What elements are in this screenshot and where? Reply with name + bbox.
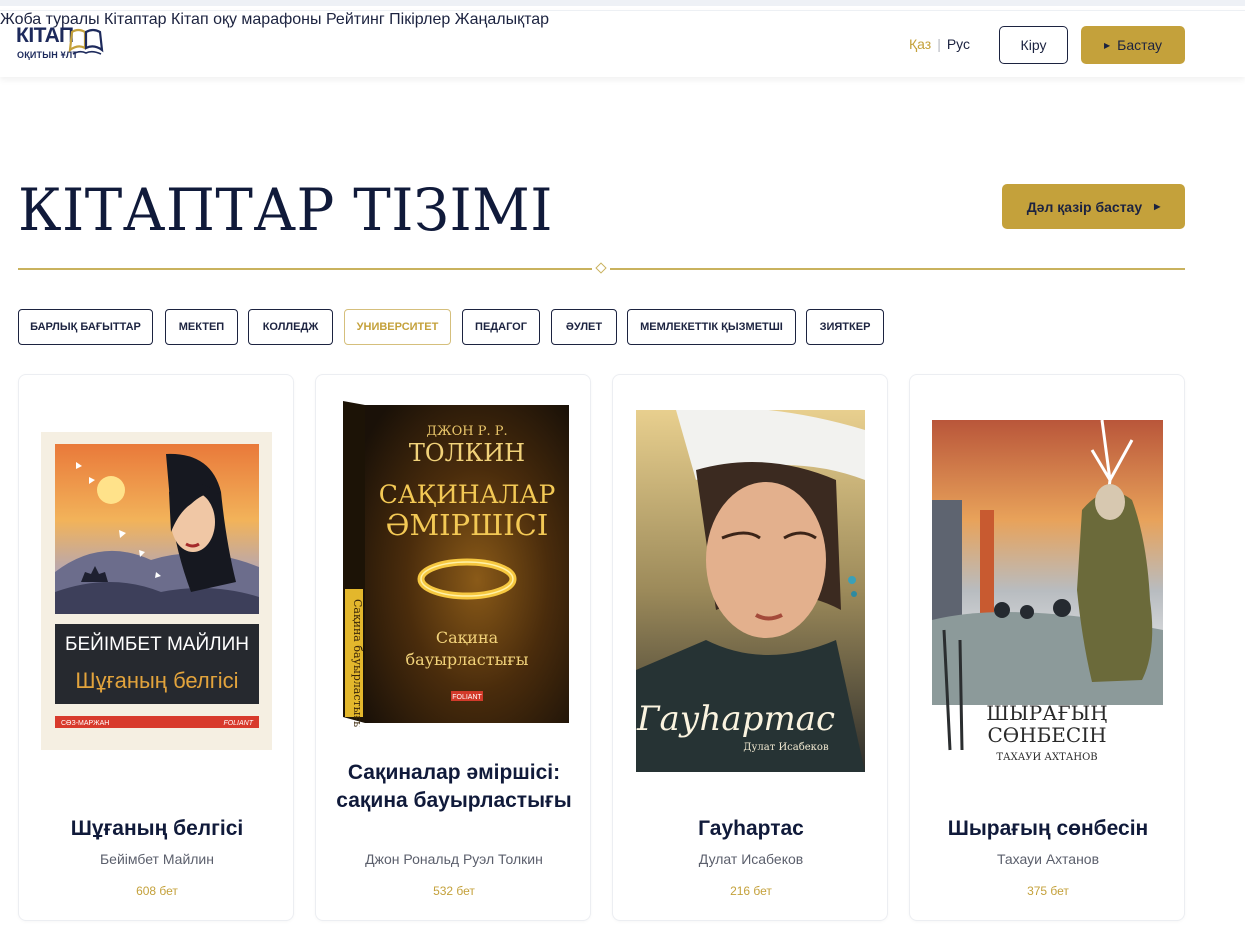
filter-intellectual[interactable]: ЗИЯТКЕР [806,309,884,345]
open-book-icon [68,28,104,55]
cover-sub-line1: Сақина [436,628,499,647]
cover-author-text: ТАХАУИ АХТАНОВ [996,752,1097,763]
book-pages: 375 бет [1027,884,1069,898]
browser-top-strip [0,0,1245,6]
filter-civil-servant[interactable]: МЕМЛЕКЕТТІК ҚЫЗМЕТШІ [627,309,796,345]
site-header: КІТАП ОҚИТЫН ҰЛТ Жоба туралы Кітаптар Кі… [0,10,1245,77]
nav-marathon[interactable]: Кітап оқу марафоны [171,11,321,28]
book-cover-image[interactable]: Сақина бауырластығы ДЖОН Р. Р. ТОЛКИН СА… [341,399,571,727]
book-card[interactable]: Сақина бауырластығы ДЖОН Р. Р. ТОЛКИН СА… [315,374,591,921]
cover-publisher-right: FOLIANT [223,720,253,727]
book-pages: 608 бет [136,884,178,898]
filter-college[interactable]: КОЛЛЕДЖ [248,309,333,345]
book-author: Джон Рональд Руэл Толкин [365,851,543,867]
nav-reviews[interactable]: Пікірлер [389,11,450,28]
filter-all[interactable]: БАРЛЫҚ БАҒЫТТАР [18,309,153,345]
lang-rus[interactable]: Рус [947,36,970,52]
cover-author-text: БЕЙІМБЕТ МАЙЛИН [65,633,249,655]
login-button[interactable]: Кіру [999,26,1068,64]
filter-teacher[interactable]: ПЕДАГОГ [462,309,540,345]
language-switcher: Қаз | Рус [909,36,970,52]
book-author: Дулат Исабеков [698,851,804,867]
book-cover-image[interactable]: БЕЙІМБЕТ МАЙЛИН Шұғаның белгісі СӨЗ-МАРЖ… [41,432,272,750]
book-card[interactable]: ШЫРАҒЫҢ СӨНБЕСІН ТАХАУИ АХТАНОВ Шырағың … [909,374,1185,921]
login-label: Кіру [1020,37,1047,53]
book-author: Тахауи Ахтанов [996,851,1100,867]
cover-title-line2: ӘМІРШІСІ [386,508,549,542]
book-title[interactable]: Гауһартас [623,815,879,843]
lang-separator: | [937,36,941,52]
filter-university[interactable]: УНИВЕРСИТЕТ [344,309,451,345]
divider-line-right [610,268,1185,270]
book-pages: 532 бет [433,884,475,898]
start-now-label: Дәл қазір бастау [1026,198,1143,215]
start-label: Бастау [1117,37,1162,53]
divider-line-left [18,268,592,270]
cover-spine-text: Сақина бауырластығы [351,599,364,727]
page-title: КІТАПТАР ТІЗІМІ [18,176,553,244]
cover-title-line1: ШЫРАҒЫҢ [986,701,1107,725]
start-now-button[interactable]: Дәл қазір бастау ▶ [1002,184,1185,229]
book-title[interactable]: Шырағың сөнбесін [920,815,1176,843]
book-cover-image[interactable]: Гауһартас Дулат Исабеков [636,410,865,772]
cover-title-line2: СӨНБЕСІН [987,723,1106,747]
book-card[interactable]: БЕЙІМБЕТ МАЙЛИН Шұғаның белгісі СӨЗ-МАРЖ… [18,374,294,921]
cover-title-text: Гауһартас [636,699,835,739]
lang-kaz[interactable]: Қаз [909,36,931,52]
cover-publisher-left: СӨЗ-МАРЖАН [61,720,109,727]
cover-sub-line2: бауырластығы [406,650,529,669]
book-title[interactable]: Сақиналар әміршісі: сақина бауырластығы [326,759,582,815]
cover-title-text: Шұғаның белгісі [75,668,238,693]
book-card[interactable]: Гауһартас Дулат Исабеков Гауһартас Дулат… [612,374,888,921]
book-cover-art: ШЫРАҒЫҢ СӨНБЕСІН ТАХАУИ АХТАНОВ [932,420,1163,770]
nav-news[interactable]: Жаңалықтар [455,11,549,28]
cover-title-line1: САҚИНАЛАР [379,480,556,509]
site-logo[interactable]: КІТАП ОҚИТЫН ҰЛТ [16,24,106,64]
divider-diamond [595,262,607,274]
logo-text: КІТАП [16,24,74,47]
cover-author-text: Дулат Исабеков [743,742,829,753]
book-pages: 216 бет [730,884,772,898]
filter-family[interactable]: ӘУЛЕТ [551,309,617,345]
book-title[interactable]: Шұғаның белгісі [29,815,285,843]
filter-school[interactable]: МЕКТЕП [165,309,238,345]
cover-author-big: ТОЛКИН [409,439,525,467]
book-cover-art: БЕЙІМБЕТ МАЙЛИН Шұғаның белгісі СӨЗ-МАРЖ… [41,432,272,750]
book-cover-art: Сақина бауырластығы ДЖОН Р. Р. ТОЛКИН СА… [343,401,569,727]
book-cover-image[interactable]: ШЫРАҒЫҢ СӨНБЕСІН ТАХАУИ АХТАНОВ [932,420,1163,770]
play-icon: ▶ [1154,202,1161,211]
cover-publisher: FOLIANT [452,694,482,701]
play-icon: ▶ [1103,40,1111,50]
book-author: Бейімбет Майлин [99,851,214,867]
start-button[interactable]: ▶ Бастау [1081,26,1185,64]
book-cover-art: Гауһартас Дулат Исабеков [636,410,865,772]
nav-books[interactable]: Кітаптар [104,11,167,28]
nav-rating[interactable]: Рейтинг [326,11,385,28]
cover-author-small: ДЖОН Р. Р. [426,424,507,439]
